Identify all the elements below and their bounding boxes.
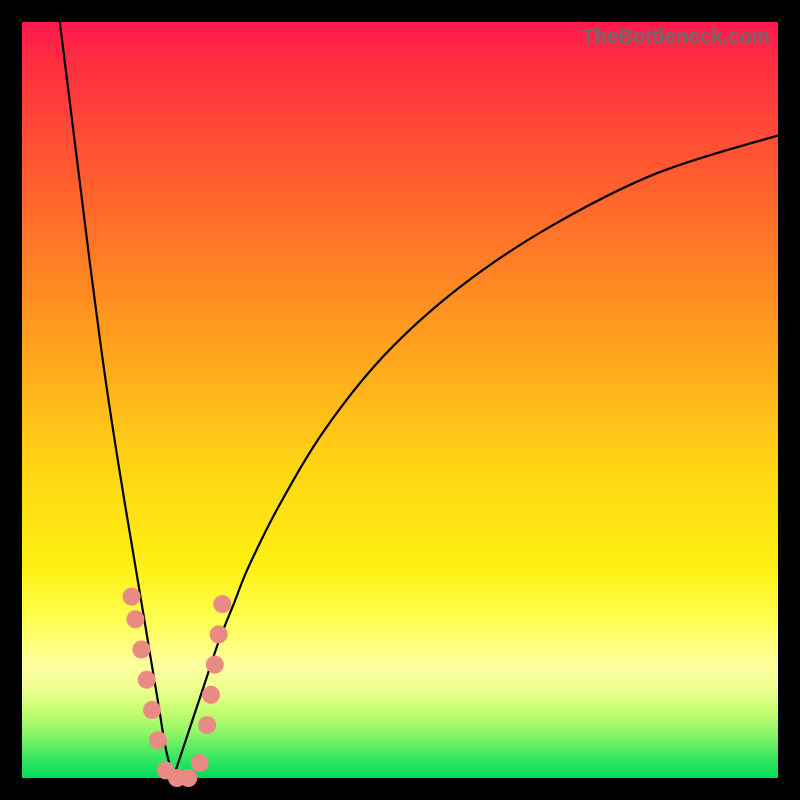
curve-right-branch	[173, 135, 778, 778]
highlight-dot	[202, 686, 220, 704]
highlight-dot	[143, 701, 161, 719]
highlight-dot	[191, 754, 209, 772]
highlight-dot	[138, 671, 156, 689]
highlight-dot	[179, 769, 197, 787]
highlight-dot	[210, 625, 228, 643]
highlight-dot	[206, 656, 224, 674]
highlight-dot	[132, 641, 150, 659]
chart-frame: TheBottleneck.com	[0, 0, 800, 800]
highlight-dot	[149, 731, 167, 749]
highlight-dot	[213, 595, 231, 613]
curve-left-branch	[60, 22, 173, 778]
plot-area: TheBottleneck.com	[22, 22, 778, 778]
highlight-dot	[126, 610, 144, 628]
highlight-dots	[123, 588, 232, 787]
bottleneck-curve-svg	[22, 22, 778, 778]
highlight-dot	[123, 588, 141, 606]
highlight-dot	[198, 716, 216, 734]
